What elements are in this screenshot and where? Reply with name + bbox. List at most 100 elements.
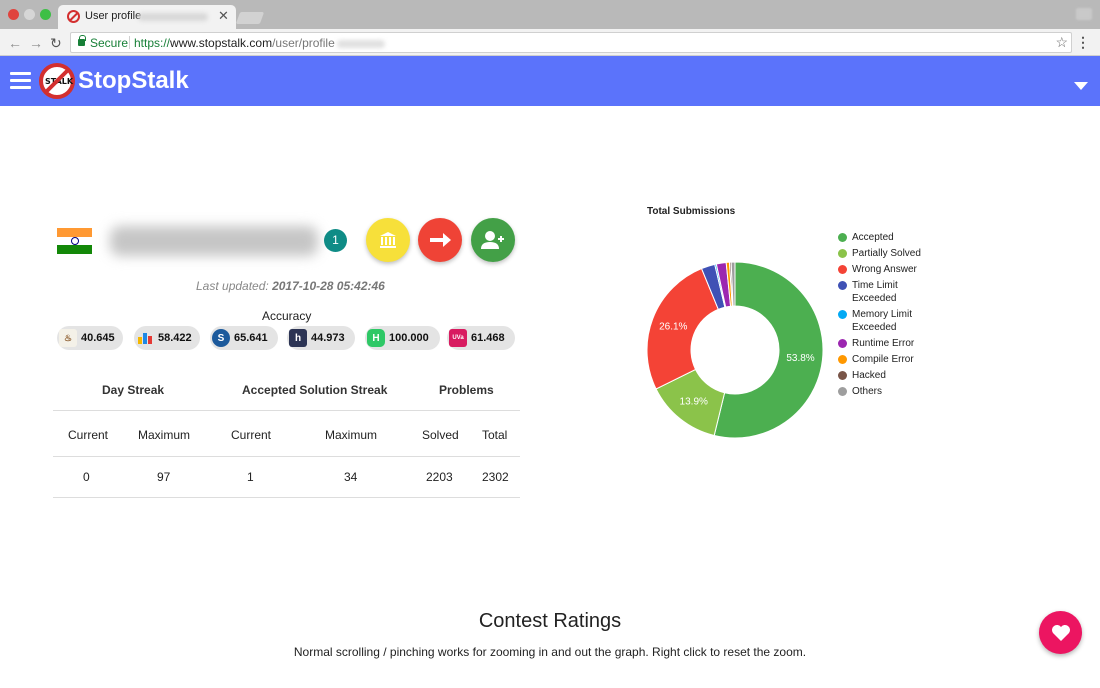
- rank-badge: 1: [324, 229, 347, 252]
- solved-value: 2203: [426, 470, 453, 484]
- uva-icon: UVa: [449, 329, 467, 347]
- legend-item[interactable]: Hacked: [838, 369, 938, 382]
- acc-max-label: Maximum: [325, 428, 378, 442]
- lock-icon: [78, 35, 86, 46]
- browser-menu-icon[interactable]: ⋮: [1076, 34, 1090, 51]
- stopstalk-logo[interactable]: STALK: [39, 63, 75, 99]
- add-friend-icon: [481, 231, 504, 249]
- accuracy-value: 100.000: [389, 332, 429, 344]
- legend-swatch: [838, 233, 847, 242]
- legend-swatch: [838, 249, 847, 258]
- url-host: www.stopstalk.com: [170, 36, 273, 50]
- last-updated-value: 2017-10-28 05:42:46: [272, 279, 385, 293]
- browser-tab[interactable]: User profile ✕: [58, 5, 236, 29]
- accuracy-value: 61.468: [471, 332, 505, 344]
- table-divider: [53, 456, 520, 457]
- divider: [129, 36, 130, 49]
- legend-label: Wrong Answer: [852, 264, 917, 275]
- favicon-icon: [67, 10, 80, 23]
- legend-item[interactable]: Runtime Error: [838, 337, 938, 350]
- brand-name[interactable]: StopStalk: [78, 67, 189, 95]
- back-arrow-icon[interactable]: ←: [8, 35, 22, 51]
- legend-item[interactable]: Wrong Answer: [838, 263, 938, 276]
- submissions-donut-chart[interactable]: 53.8% 13.9% 26.1%: [640, 255, 830, 445]
- accuracy-chip-hackerrank[interactable]: H 100.000: [365, 326, 440, 350]
- india-flag-icon: [57, 228, 92, 254]
- legend-item[interactable]: Partially Solved: [838, 247, 938, 260]
- legend-item[interactable]: Compile Error: [838, 353, 938, 366]
- accuracy-value: 65.641: [234, 332, 268, 344]
- legend-label: Compile Error: [852, 354, 914, 365]
- day-max-value: 97: [157, 470, 171, 484]
- support-heart-button[interactable]: [1039, 611, 1082, 654]
- address-bar[interactable]: Secure https://www.stopstalk.com/user/pr…: [70, 32, 1072, 53]
- accepted-streak-header: Accepted Solution Streak: [242, 383, 388, 397]
- url-blurred: [336, 39, 385, 48]
- browser-toolbar: ← → ↻ Secure https://www.stopstalk.com/u…: [0, 29, 1100, 56]
- legend-label: Runtime Error: [852, 338, 915, 349]
- chart-title: Total Submissions: [647, 206, 736, 217]
- window-minimize-icon[interactable]: [24, 9, 35, 20]
- legend-label: Hacked: [852, 370, 886, 381]
- accuracy-chip-uva[interactable]: UVa 61.468: [447, 326, 515, 350]
- tab-title-blurred: [138, 13, 208, 21]
- browser-profile-icon[interactable]: [1076, 8, 1092, 20]
- legend-item[interactable]: Others: [838, 385, 938, 398]
- legend-item[interactable]: Accepted: [838, 231, 938, 244]
- contest-ratings-title: Contest Ratings: [478, 610, 622, 632]
- accuracy-chip-codechef[interactable]: ♨ 40.645: [57, 326, 123, 350]
- accuracy-chip-spoj[interactable]: S 65.641: [210, 326, 278, 350]
- legend-swatch: [838, 371, 847, 380]
- legend-label: Accepted: [852, 232, 894, 243]
- accuracy-value: 40.645: [81, 332, 115, 344]
- spoj-icon: S: [212, 329, 230, 347]
- window-close-icon[interactable]: [8, 9, 19, 20]
- forward-arrow-icon[interactable]: →: [29, 35, 43, 51]
- dropdown-caret-icon[interactable]: [1074, 82, 1088, 90]
- hackerearth-icon: h: [289, 329, 307, 347]
- contest-ratings-note: Normal scrolling / pinching works for zo…: [293, 645, 807, 659]
- legend-item[interactable]: Memory Limit Exceeded: [838, 308, 938, 334]
- url-path: /user/profile: [272, 36, 335, 50]
- bookmark-star-icon[interactable]: ☆: [1055, 34, 1068, 51]
- codeforces-icon: [136, 329, 154, 347]
- legend-swatch: [838, 355, 847, 364]
- donut-data-label: 53.8%: [786, 353, 814, 364]
- last-updated-label: Last updated:: [196, 279, 269, 293]
- logo-text: STALK: [45, 77, 74, 86]
- acc-current-value: 1: [247, 470, 254, 484]
- day-streak-header: Day Streak: [102, 383, 165, 397]
- new-tab-button[interactable]: [235, 12, 265, 24]
- reload-icon[interactable]: ↻: [50, 35, 62, 52]
- tab-close-icon[interactable]: ✕: [218, 8, 229, 24]
- hamburger-menu-icon[interactable]: [10, 72, 31, 90]
- legend-item[interactable]: Time Limit Exceeded: [838, 279, 938, 305]
- solved-label: Solved: [422, 428, 459, 442]
- acc-current-label: Current: [231, 428, 272, 442]
- chart-legend: Accepted Partially Solved Wrong Answer Time…: [838, 231, 938, 401]
- tab-title: User profile: [85, 10, 142, 22]
- legend-swatch: [838, 281, 847, 290]
- accuracy-value: 44.973: [311, 332, 345, 344]
- accuracy-chip-codeforces[interactable]: 58.422: [134, 326, 200, 350]
- institution-button[interactable]: [366, 218, 410, 262]
- day-max-label: Maximum: [138, 428, 191, 442]
- total-value: 2302: [482, 470, 509, 484]
- hackerrank-icon: H: [367, 329, 385, 347]
- compare-arrow-button[interactable]: [418, 218, 462, 262]
- day-current-label: Current: [68, 428, 109, 442]
- last-updated: Last updated: 2017-10-28 05:42:46: [196, 279, 385, 293]
- username-blurred: [110, 226, 318, 256]
- secure-label: Secure: [90, 36, 129, 50]
- arrow-right-icon: [430, 233, 451, 247]
- legend-label: Memory Limit Exceeded: [852, 309, 913, 333]
- day-current-value: 0: [83, 470, 90, 484]
- window-zoom-icon[interactable]: [40, 9, 51, 20]
- add-friend-button[interactable]: [471, 218, 515, 262]
- legend-swatch: [838, 310, 847, 319]
- legend-swatch: [838, 265, 847, 274]
- problems-header: Problems: [439, 383, 494, 397]
- accuracy-value: 58.422: [158, 332, 192, 344]
- accuracy-chip-hackerearth[interactable]: h 44.973: [287, 326, 355, 350]
- url-scheme: https://: [134, 36, 171, 50]
